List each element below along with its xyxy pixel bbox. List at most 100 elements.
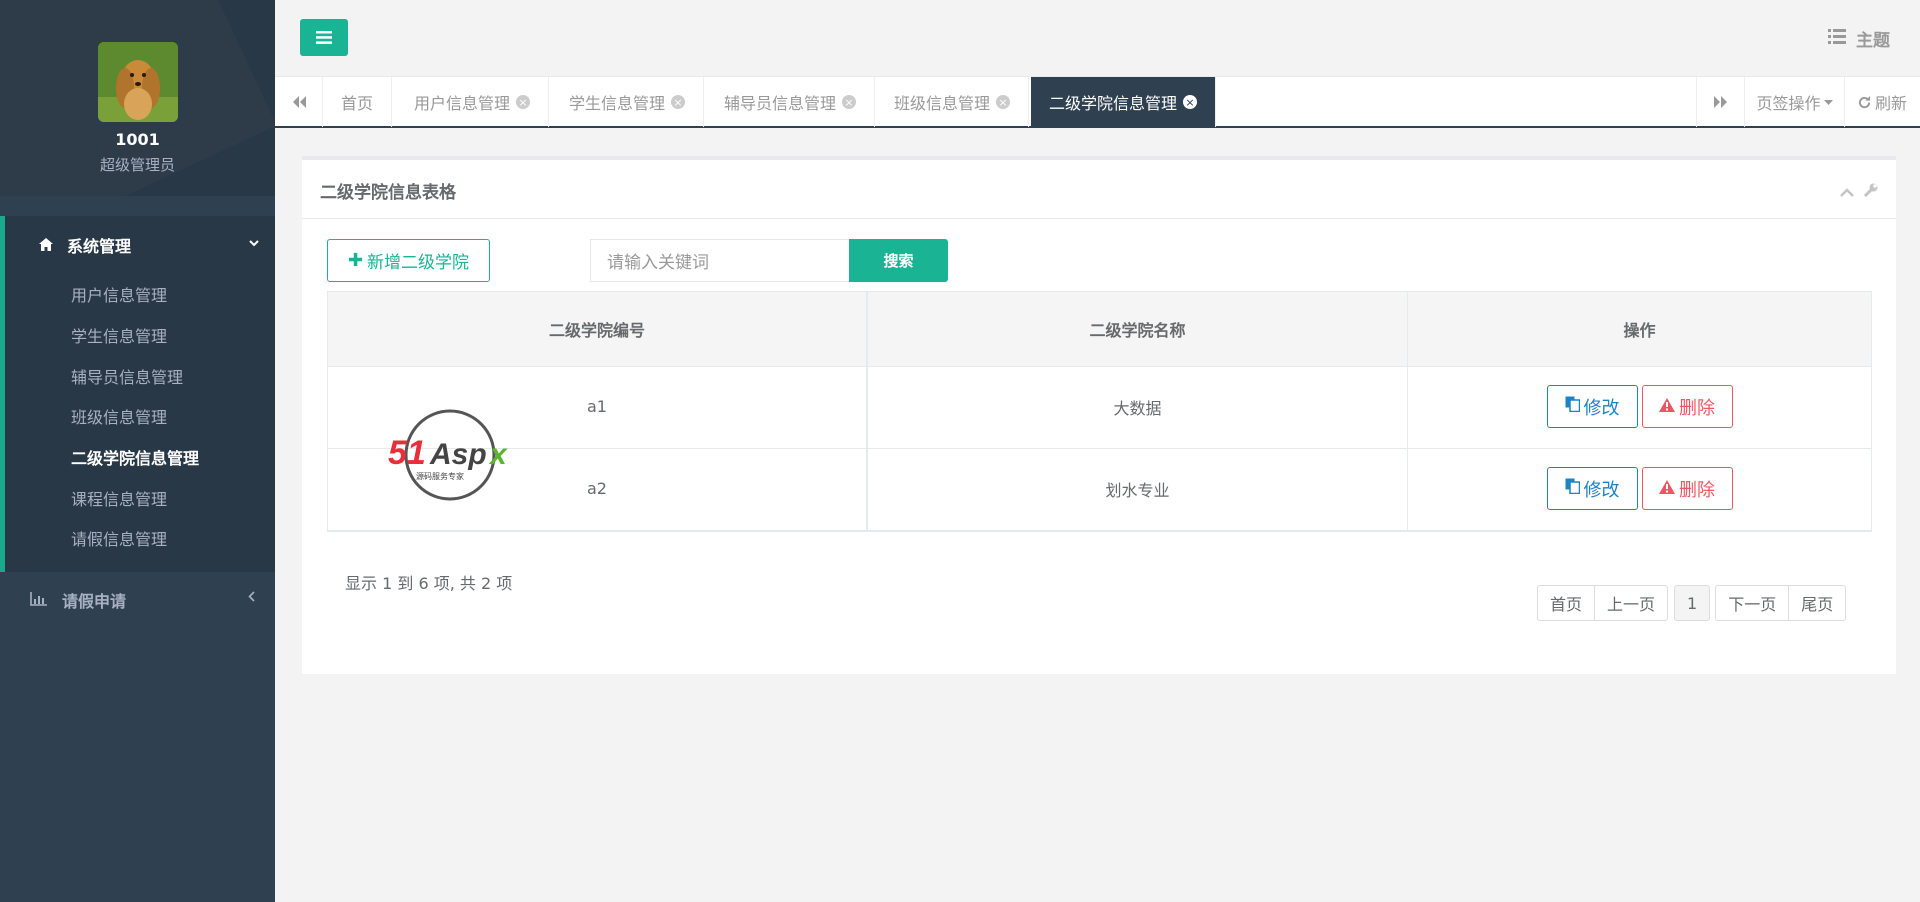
college-table: 二级学院编号 二级学院名称 操作 a1 大数据 修改 删除 a2 划水专业 修改… (327, 291, 1872, 532)
actions-cell: 修改 删除 (1408, 367, 1871, 448)
tab-label: 学生信息管理 (569, 94, 666, 113)
tab-label: 辅导员信息管理 (724, 94, 837, 113)
warning-icon (1659, 396, 1675, 417)
svg-text:Asp: Asp (429, 438, 487, 471)
theme-button[interactable]: 主题 (1828, 26, 1890, 51)
nav-group-system-header[interactable]: 系统管理 (39, 216, 259, 274)
pager-next-button[interactable]: 下一页 (1715, 585, 1790, 621)
tab-home[interactable]: 首页 (323, 77, 393, 127)
edit-label: 修改 (1583, 479, 1620, 501)
pager-current-page[interactable]: 1 (1674, 585, 1711, 621)
refresh-label: 刷新 (1874, 94, 1907, 113)
profile-panel: 1001 超级管理员 (0, 0, 275, 196)
tabs-scroll-left-button[interactable] (275, 77, 323, 127)
tab-label: 用户信息管理 (414, 94, 511, 113)
sidebar-item-student-info[interactable]: 学生信息管理 (71, 323, 167, 347)
user-name[interactable]: 1001 (0, 130, 275, 149)
top-bar (275, 0, 1920, 76)
chevron-left-icon (248, 590, 255, 606)
sidebar-item-college-info[interactable]: 二级学院信息管理 (71, 445, 199, 469)
refresh-button[interactable]: 刷新 (1844, 77, 1920, 127)
page-tabs-bar: 首页 用户信息管理 × 学生信息管理 × 辅导员信息管理 × 班级信息管理 × … (275, 76, 1920, 128)
watermark-logo: 51 Asp x 源码服务专家 (388, 409, 508, 501)
college-name-cell: 大数据 (868, 367, 1408, 448)
warning-icon (1659, 478, 1675, 499)
tab-operations-label: 页签操作 (1756, 94, 1821, 113)
svg-text:x: x (488, 438, 508, 471)
delete-button[interactable]: 删除 (1641, 467, 1733, 510)
tab-student-info[interactable]: 学生信息管理 × (551, 77, 705, 127)
avatar-image (98, 42, 178, 122)
table-header-row: 二级学院编号 二级学院名称 操作 (328, 292, 1871, 367)
delete-button[interactable]: 删除 (1641, 385, 1733, 428)
close-tab-icon[interactable]: × (516, 95, 531, 109)
panel-tools (1840, 182, 1878, 201)
nav-group-system: 系统管理 用户信息管理 学生信息管理 辅导员信息管理 班级信息管理 二级学院信息… (0, 216, 275, 572)
table-row[interactable]: a2 划水专业 修改 删除 (328, 449, 1871, 531)
refresh-icon (1858, 95, 1871, 108)
column-header-actions: 操作 (1623, 321, 1656, 340)
add-college-label: 新增二级学院 (367, 253, 470, 273)
close-tab-icon[interactable]: × (1183, 95, 1198, 109)
chevron-down-icon (249, 236, 259, 250)
close-tab-icon[interactable]: × (996, 95, 1011, 109)
column-header-college-name[interactable]: 二级学院名称 (868, 292, 1408, 366)
delete-label: 删除 (1679, 397, 1715, 419)
edit-button[interactable]: 修改 (1546, 385, 1638, 428)
search-input[interactable]: 请输入关键词 (590, 239, 850, 282)
edit-button[interactable]: 修改 (1546, 467, 1638, 510)
nav-group-leave-request[interactable]: 请假申请 (30, 584, 255, 616)
pager-first-button[interactable]: 首页 (1537, 585, 1596, 621)
double-left-icon (292, 96, 306, 108)
tab-college-info[interactable]: 二级学院信息管理 × (1031, 77, 1217, 127)
edit-label: 修改 (1583, 397, 1620, 419)
actions-cell: 修改 删除 (1408, 449, 1871, 530)
close-tab-icon[interactable]: × (842, 95, 857, 109)
sidebar-item-counselor-info[interactable]: 辅导员信息管理 (71, 364, 183, 388)
tab-counselor-info[interactable]: 辅导员信息管理 × (706, 77, 876, 127)
tab-class-info[interactable]: 班级信息管理 × (876, 77, 1030, 127)
tab-user-info[interactable]: 用户信息管理 × (396, 77, 550, 127)
sidebar-item-course-info[interactable]: 课程信息管理 (71, 486, 167, 510)
nav-group-leave-request-label: 请假申请 (62, 592, 127, 611)
sidebar-item-leave-info[interactable]: 请假信息管理 (71, 526, 167, 550)
content-panel: 二级学院信息表格 ✚ 新增二级学院 请输入关键词 搜索 二级学院编号 二级学院名… (302, 156, 1896, 674)
sidebar: 1001 超级管理员 系统管理 用户信息管理 学生信息管理 辅导员信息管理 班级… (0, 0, 275, 902)
avatar[interactable] (98, 42, 178, 122)
copy-icon (1565, 396, 1580, 417)
college-name-cell: 划水专业 (868, 449, 1408, 530)
wrench-icon[interactable] (1863, 182, 1878, 201)
add-college-button[interactable]: ✚ 新增二级学院 (327, 239, 490, 282)
table-row[interactable]: a1 大数据 修改 删除 (328, 367, 1871, 449)
search-button[interactable]: 搜索 (849, 239, 948, 282)
pagination-summary: 显示 1 到 6 项, 共 2 项 (345, 574, 513, 593)
plus-icon: ✚ (347, 250, 364, 271)
menu-toggle-button[interactable] (300, 19, 348, 56)
bars-icon (316, 31, 332, 44)
double-right-icon (1713, 96, 1727, 108)
theme-label: 主题 (1856, 31, 1890, 51)
user-role: 超级管理员 (99, 156, 175, 174)
tabs-scroll-right-button[interactable] (1696, 77, 1744, 127)
pager-last-button[interactable]: 尾页 (1788, 585, 1847, 621)
home-icon (39, 236, 55, 255)
theme-icon (1828, 28, 1846, 49)
collapse-icon[interactable] (1840, 182, 1854, 201)
tab-label: 班级信息管理 (894, 94, 991, 113)
svg-text:源码服务专家: 源码服务专家 (416, 471, 464, 481)
tab-label: 二级学院信息管理 (1049, 94, 1178, 113)
caret-down-icon (1823, 99, 1833, 105)
sidebar-item-class-info[interactable]: 班级信息管理 (71, 404, 167, 428)
sidebar-item-user-info[interactable]: 用户信息管理 (71, 282, 167, 306)
tab-home-label: 首页 (341, 94, 374, 113)
column-header-college-id[interactable]: 二级学院编号 (328, 292, 868, 366)
panel-divider (302, 218, 1896, 219)
delete-label: 删除 (1679, 479, 1715, 501)
copy-icon (1565, 478, 1580, 499)
bar-chart-icon (30, 591, 50, 610)
close-tab-icon[interactable]: × (671, 95, 686, 109)
panel-title: 二级学院信息表格 (320, 183, 456, 203)
pager-prev-button[interactable]: 上一页 (1594, 585, 1669, 621)
nav-group-system-label: 系统管理 (67, 237, 132, 256)
tab-operations-dropdown[interactable]: 页签操作 (1744, 77, 1844, 127)
